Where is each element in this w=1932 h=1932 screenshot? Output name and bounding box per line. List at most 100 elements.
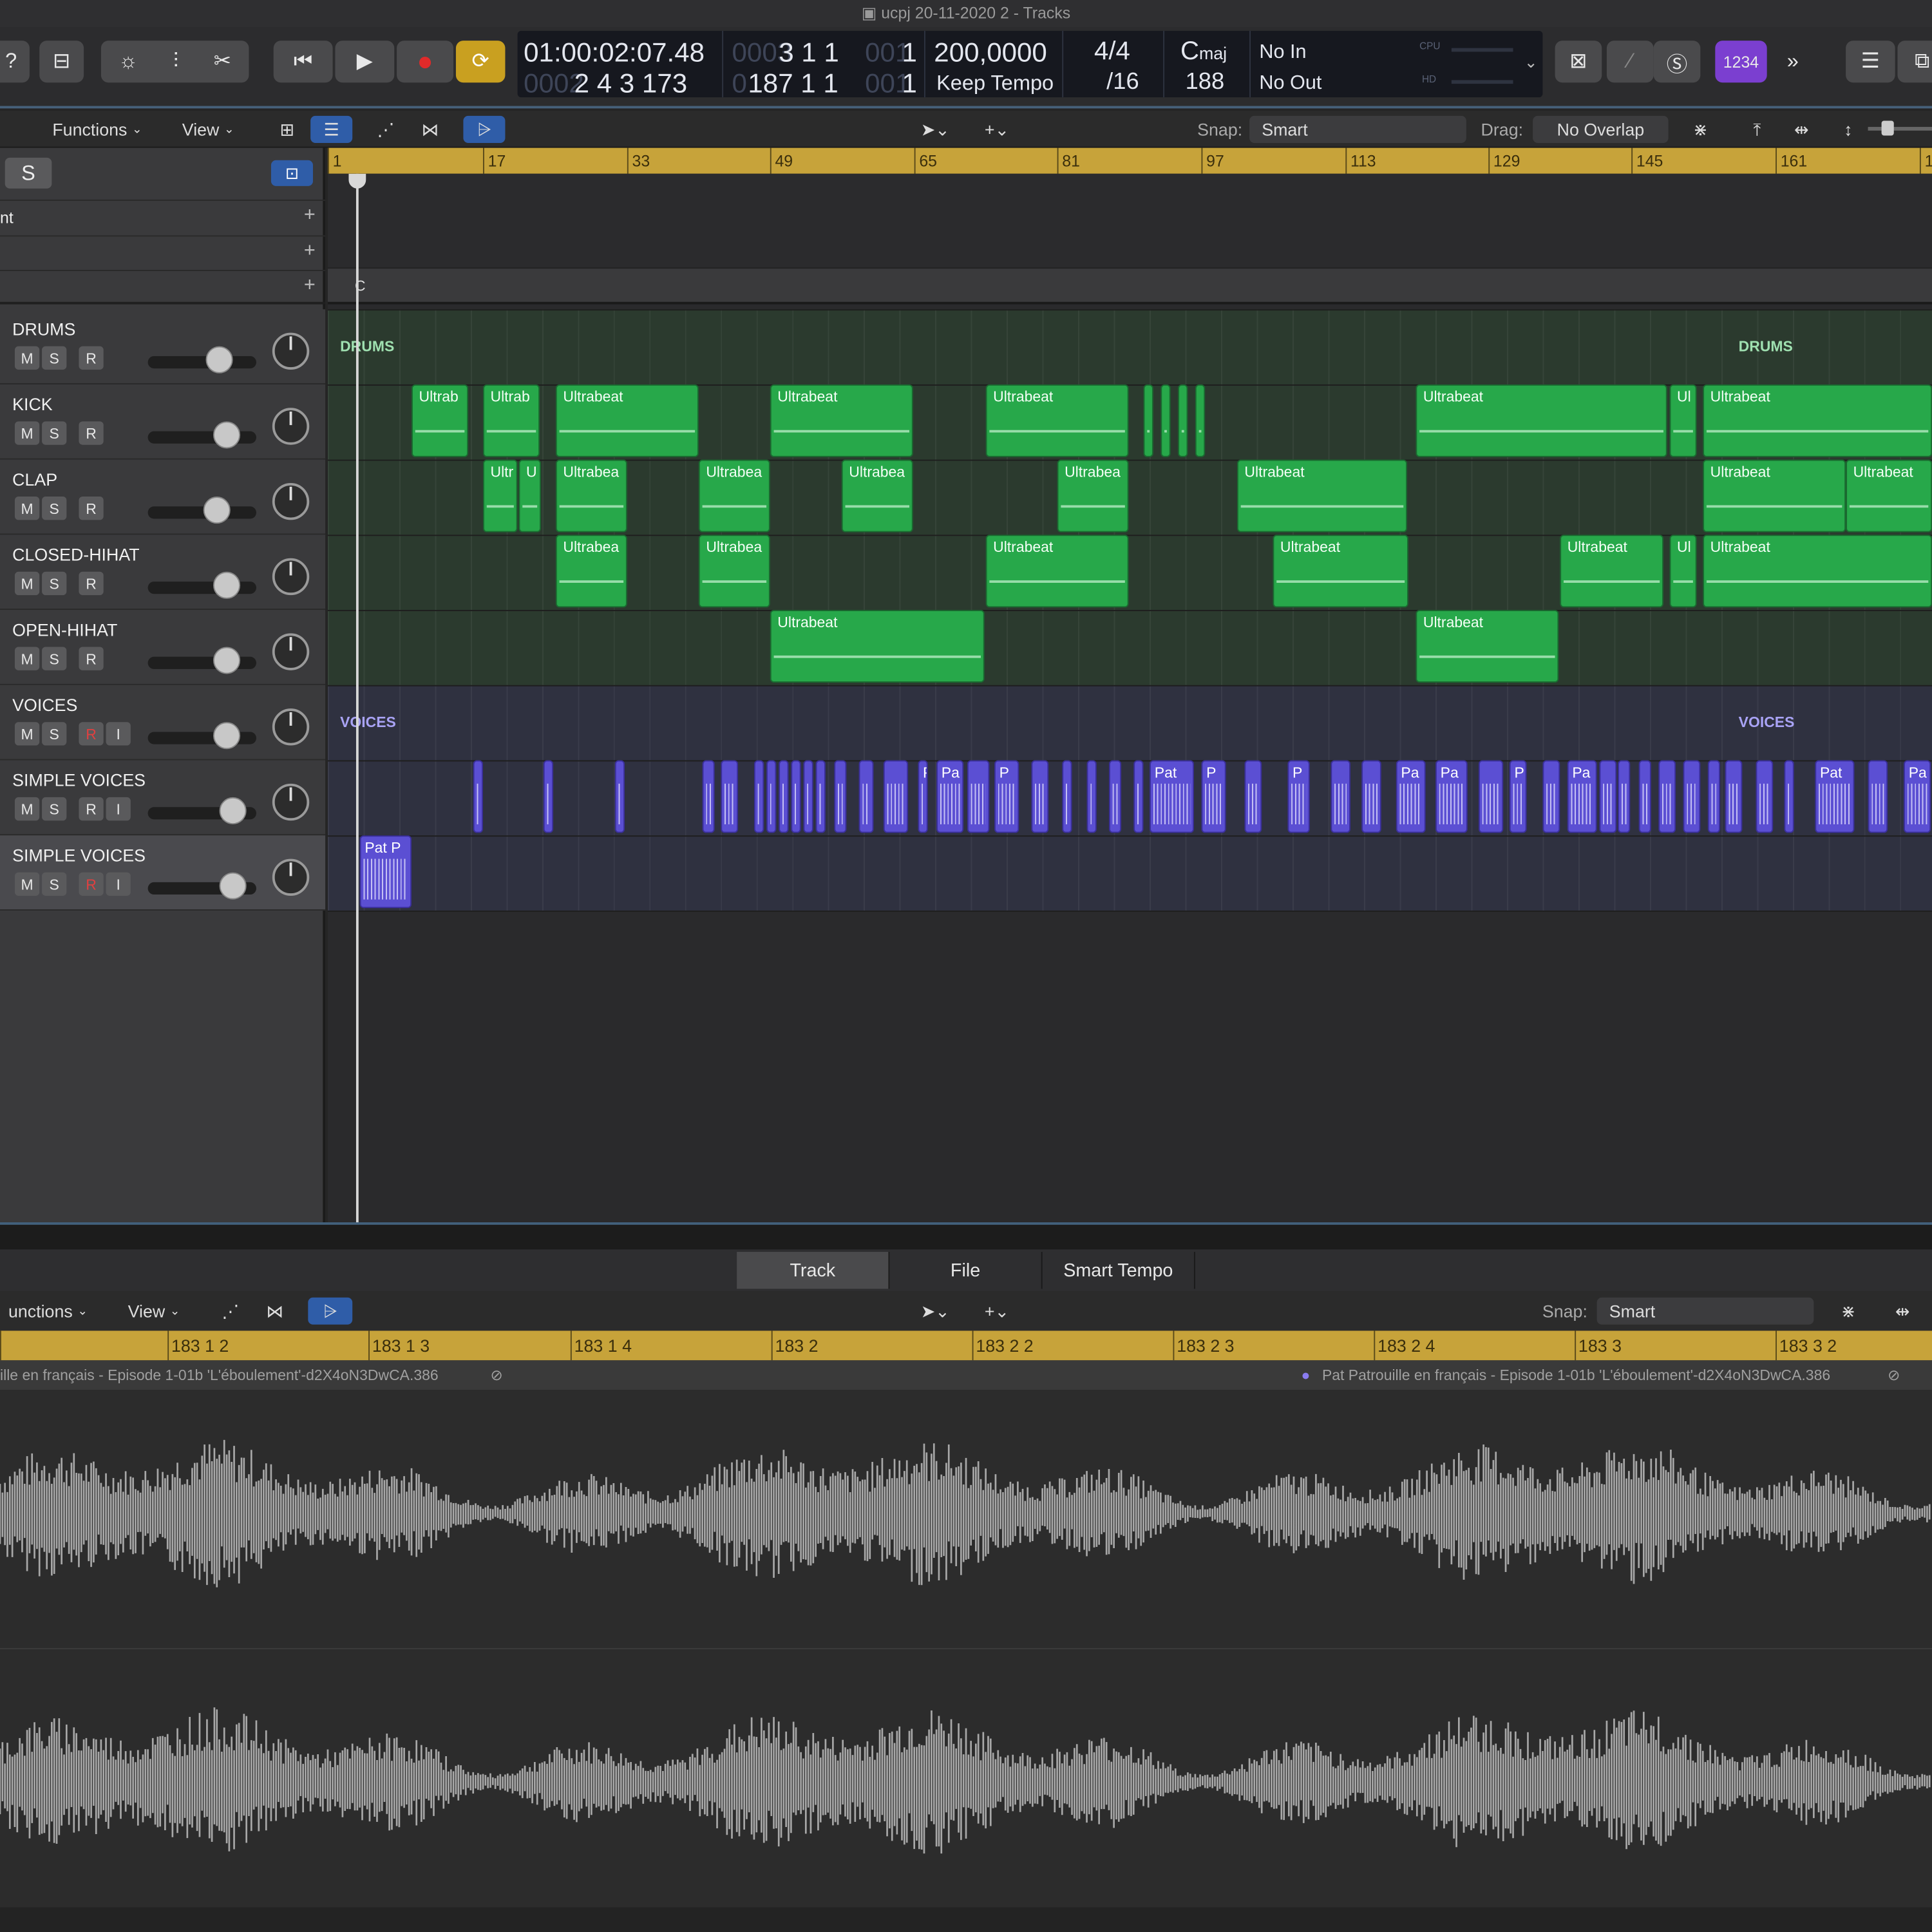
record-enable-button[interactable]: R [79, 497, 104, 520]
solo-button[interactable]: S [42, 872, 67, 896]
lcd-chevron-down-icon[interactable]: ⌄ [1524, 53, 1538, 73]
audio-region[interactable] [766, 760, 777, 833]
audio-region[interactable] [1658, 760, 1676, 833]
track-name[interactable]: CLAP [12, 469, 57, 489]
record-enable-button[interactable]: R [79, 647, 104, 670]
help-icon[interactable]: ? [0, 41, 30, 83]
functions-menu[interactable]: Functions ⌄ [37, 116, 158, 143]
zoom-slider[interactable] [1868, 127, 1932, 131]
audio-region[interactable] [1784, 760, 1794, 833]
midi-region[interactable]: Ultrab [412, 384, 469, 457]
midi-region[interactable]: Ultrabea [555, 535, 627, 608]
audio-region[interactable] [614, 760, 625, 833]
audio-region[interactable] [1683, 760, 1701, 833]
volume-fader-knob[interactable] [213, 571, 241, 599]
audio-region[interactable] [1638, 760, 1651, 833]
arrange-area[interactable]: C DRUMS DRUMS VOICES VOICES Ultrab Ultrab Ultr… [327, 173, 1932, 1222]
mute-button[interactable]: M [14, 872, 40, 896]
track-name[interactable]: CLOSED-HIHAT [12, 545, 139, 565]
solo-button[interactable]: S [42, 722, 67, 746]
track-header[interactable]: VOICES M S R I [0, 685, 326, 761]
global-tracks-icon[interactable]: ⊡ [270, 160, 313, 186]
inbox-icon[interactable]: ⊟ [39, 41, 84, 83]
audio-region[interactable]: Pat [1815, 760, 1855, 833]
audio-region[interactable] [1478, 760, 1504, 833]
midi-region[interactable]: Ultrabeat [555, 384, 699, 457]
audio-region[interactable] [1618, 760, 1631, 833]
audio-region[interactable] [779, 760, 789, 833]
editor-divider[interactable] [0, 1222, 1932, 1250]
scissors-icon[interactable]: ✂ [214, 50, 231, 74]
audio-region[interactable]: Pa [1567, 760, 1597, 833]
editor-flex-icon[interactable]: ⋈ [256, 1298, 293, 1325]
audio-region[interactable] [834, 760, 847, 833]
track-name[interactable]: DRUMS [12, 319, 75, 339]
snap-select[interactable]: Smart [1249, 115, 1466, 143]
tracks-view-icon[interactable]: ☰ [310, 115, 353, 143]
audio-region[interactable]: P [994, 760, 1019, 833]
tab-file[interactable]: File [889, 1251, 1043, 1289]
audio-region[interactable] [1244, 760, 1262, 833]
editor-snap-select[interactable]: Smart [1596, 1297, 1814, 1325]
vertical-zoom-icon[interactable]: ⤒ [1735, 116, 1779, 143]
track-header[interactable]: SIMPLE VOICES M S R I [0, 835, 326, 911]
solo-icon[interactable]: Ⓢ [1653, 41, 1701, 83]
editor-icon[interactable]: ⧉ [1897, 41, 1932, 83]
solo-button[interactable]: S [42, 647, 67, 670]
input-monitor-button[interactable]: I [106, 797, 131, 821]
midi-region[interactable]: Ultrabeat [1703, 535, 1932, 608]
midi-region[interactable]: Ultr [483, 459, 518, 533]
editor-ruler[interactable]: 183 1 2 183 1 3 183 1 4 183 2 183 2 2 183 2 3… [0, 1331, 1932, 1361]
list-editor-close-icon[interactable]: ⊠ [1555, 41, 1602, 83]
audio-region[interactable] [858, 760, 874, 833]
audio-region[interactable] [702, 760, 715, 833]
record-icon[interactable]: ● [397, 41, 454, 83]
audio-region[interactable]: Pat P [359, 835, 412, 909]
lcd-tempo-mode[interactable]: Keep Tempo [936, 71, 1054, 96]
mute-button[interactable]: M [14, 346, 40, 370]
tuner-icon[interactable]: ⁄ [1606, 41, 1654, 83]
volume-fader-knob[interactable] [213, 421, 241, 449]
audio-region[interactable] [1542, 760, 1560, 833]
midi-region[interactable]: Ultrabeat [985, 384, 1129, 457]
midi-region[interactable]: Ultrabea [698, 459, 770, 533]
audio-region[interactable]: P [1287, 760, 1310, 833]
add-plus-icon[interactable]: + [304, 205, 316, 227]
audio-region[interactable]: P [918, 760, 928, 833]
editor-pointer-tool-icon[interactable]: ➤⌄ [909, 1298, 961, 1325]
midi-region[interactable]: Ultrabeat [985, 535, 1129, 608]
waveform-zoom-icon[interactable]: ⋇ [1678, 116, 1723, 143]
go-to-beginning-icon[interactable]: ⏮ [273, 41, 333, 83]
solo-button[interactable]: S [42, 797, 67, 821]
mute-button[interactable]: M [14, 571, 40, 596]
add-plus-icon[interactable]: + [304, 240, 316, 262]
add-plus-icon[interactable]: + [304, 275, 316, 297]
editor-catch-icon[interactable]: ⩥ [308, 1297, 353, 1325]
midi-region[interactable]: Ultrabeat [1560, 535, 1663, 608]
flex-icon[interactable]: ⋈ [412, 116, 448, 143]
track-name[interactable]: KICK [12, 394, 53, 414]
audio-region[interactable] [1361, 760, 1381, 833]
pan-knob[interactable] [272, 708, 310, 746]
mixer-icon[interactable]: ⫶ [173, 50, 178, 74]
midi-region[interactable]: Ultrabeat [1703, 459, 1846, 533]
audio-region[interactable]: Pa [1904, 760, 1931, 833]
solo-button[interactable]: S [42, 497, 67, 520]
midi-region[interactable]: Ultrabea [698, 535, 770, 608]
audio-region[interactable] [1133, 760, 1144, 833]
midi-region[interactable] [1178, 384, 1188, 457]
pointer-tool-icon[interactable]: ➤⌄ [909, 116, 961, 143]
global-solo-button[interactable]: S [5, 157, 52, 189]
bar-ruler[interactable]: 1 17 33 49 65 81 97 113 129 145 161 1 [327, 147, 1932, 174]
midi-region[interactable]: Ultrabea [555, 459, 627, 533]
pan-knob[interactable] [272, 633, 310, 670]
record-enable-button[interactable]: R [79, 872, 104, 896]
editor-automation-icon[interactable]: ⋰ [209, 1298, 251, 1325]
crosshair-tool-icon[interactable]: +⌄ [971, 116, 1023, 143]
midi-region[interactable]: Ultrabeat [1416, 384, 1667, 457]
pan-knob[interactable] [272, 332, 310, 370]
editor-view-menu[interactable]: View ⌄ [113, 1298, 194, 1325]
audio-region[interactable]: P [1201, 760, 1226, 833]
audio-region[interactable] [721, 760, 739, 833]
audio-region[interactable] [803, 760, 813, 833]
